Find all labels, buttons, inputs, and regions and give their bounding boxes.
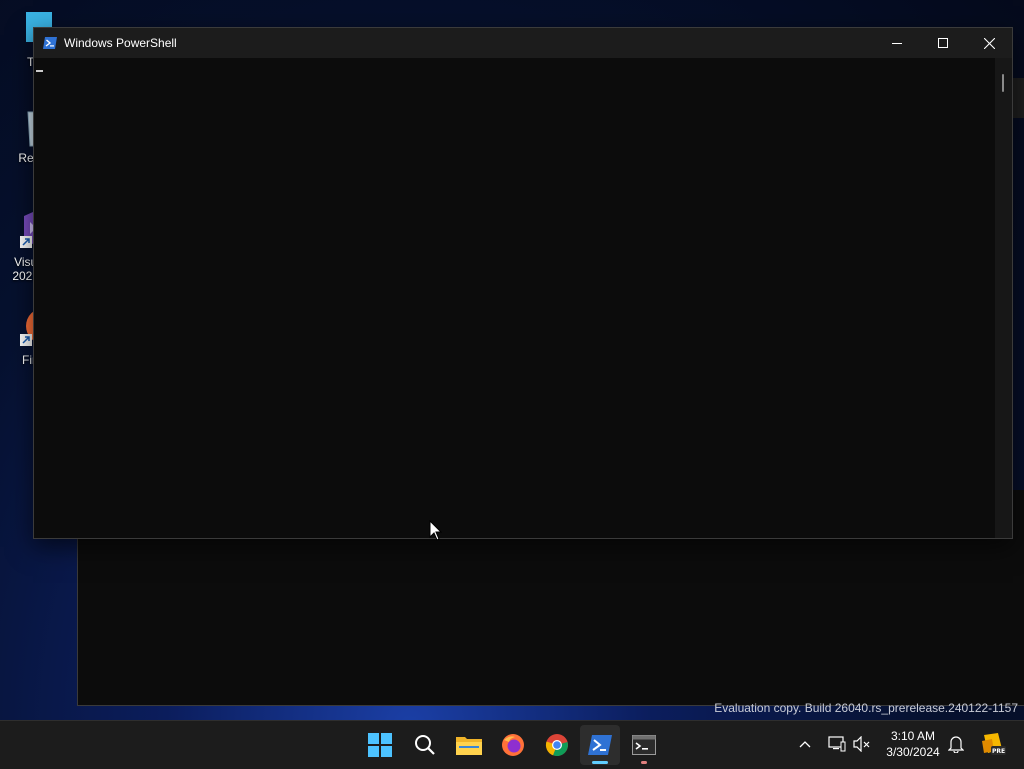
pre-badge-text: PRE <box>992 748 1005 755</box>
powershell-icon <box>43 37 57 49</box>
chrome-icon <box>545 734 568 757</box>
clock[interactable]: 3:10 AM 3/30/2024 <box>878 728 948 760</box>
search-icon <box>415 735 435 755</box>
close-button[interactable] <box>966 28 1012 58</box>
close-icon <box>983 37 995 49</box>
terminal-icon <box>632 735 656 755</box>
firefox-button[interactable] <box>493 725 533 765</box>
powershell-icon <box>588 735 612 755</box>
search-button[interactable] <box>405 725 445 765</box>
network-button[interactable] <box>826 733 848 755</box>
maximize-button[interactable] <box>920 28 966 58</box>
mouse-pointer-icon <box>429 520 443 541</box>
powershell-taskbar-button[interactable] <box>580 725 620 765</box>
running-indicator <box>641 761 647 764</box>
chevron-up-icon <box>799 741 811 748</box>
folder-icon <box>456 737 482 755</box>
scrollbar-thumb[interactable] <box>1002 74 1004 92</box>
start-button[interactable] <box>360 725 400 765</box>
notifications-button[interactable] <box>945 733 967 755</box>
vertical-scrollbar[interactable] <box>995 58 1012 538</box>
powershell-window[interactable]: Windows PowerShell <box>33 27 1013 539</box>
terminal-taskbar-button[interactable] <box>624 725 664 765</box>
clock-date: 3/30/2024 <box>886 745 940 759</box>
title-bar[interactable]: Windows PowerShell <box>34 28 1012 58</box>
prerelease-badge[interactable]: PRE <box>979 730 1007 758</box>
volume-muted-icon <box>853 736 870 752</box>
minimize-button[interactable] <box>874 28 920 58</box>
file-explorer-button[interactable] <box>449 725 489 765</box>
text-cursor <box>36 70 43 72</box>
chrome-button[interactable] <box>537 725 577 765</box>
clock-time: 3:10 AM <box>890 729 936 743</box>
show-hidden-icons-button[interactable] <box>794 733 816 755</box>
firefox-icon <box>502 734 524 756</box>
volume-button[interactable] <box>851 733 873 755</box>
taskbar: 3:10 AM 3/30/2024 PRE <box>0 720 1024 769</box>
console-area[interactable] <box>34 58 994 538</box>
maximize-icon <box>938 38 948 48</box>
windows-start-icon <box>368 733 392 757</box>
evaluation-watermark: Evaluation copy. Build 26040.rs_prerelea… <box>714 701 1018 715</box>
bell-icon <box>948 736 964 753</box>
minimize-icon <box>892 43 902 44</box>
active-indicator <box>592 761 608 764</box>
network-icon <box>828 736 846 752</box>
pre-badge-icon: PRE <box>982 733 1006 755</box>
background-window-edge <box>1012 78 1024 118</box>
window-title: Windows PowerShell <box>64 36 177 50</box>
